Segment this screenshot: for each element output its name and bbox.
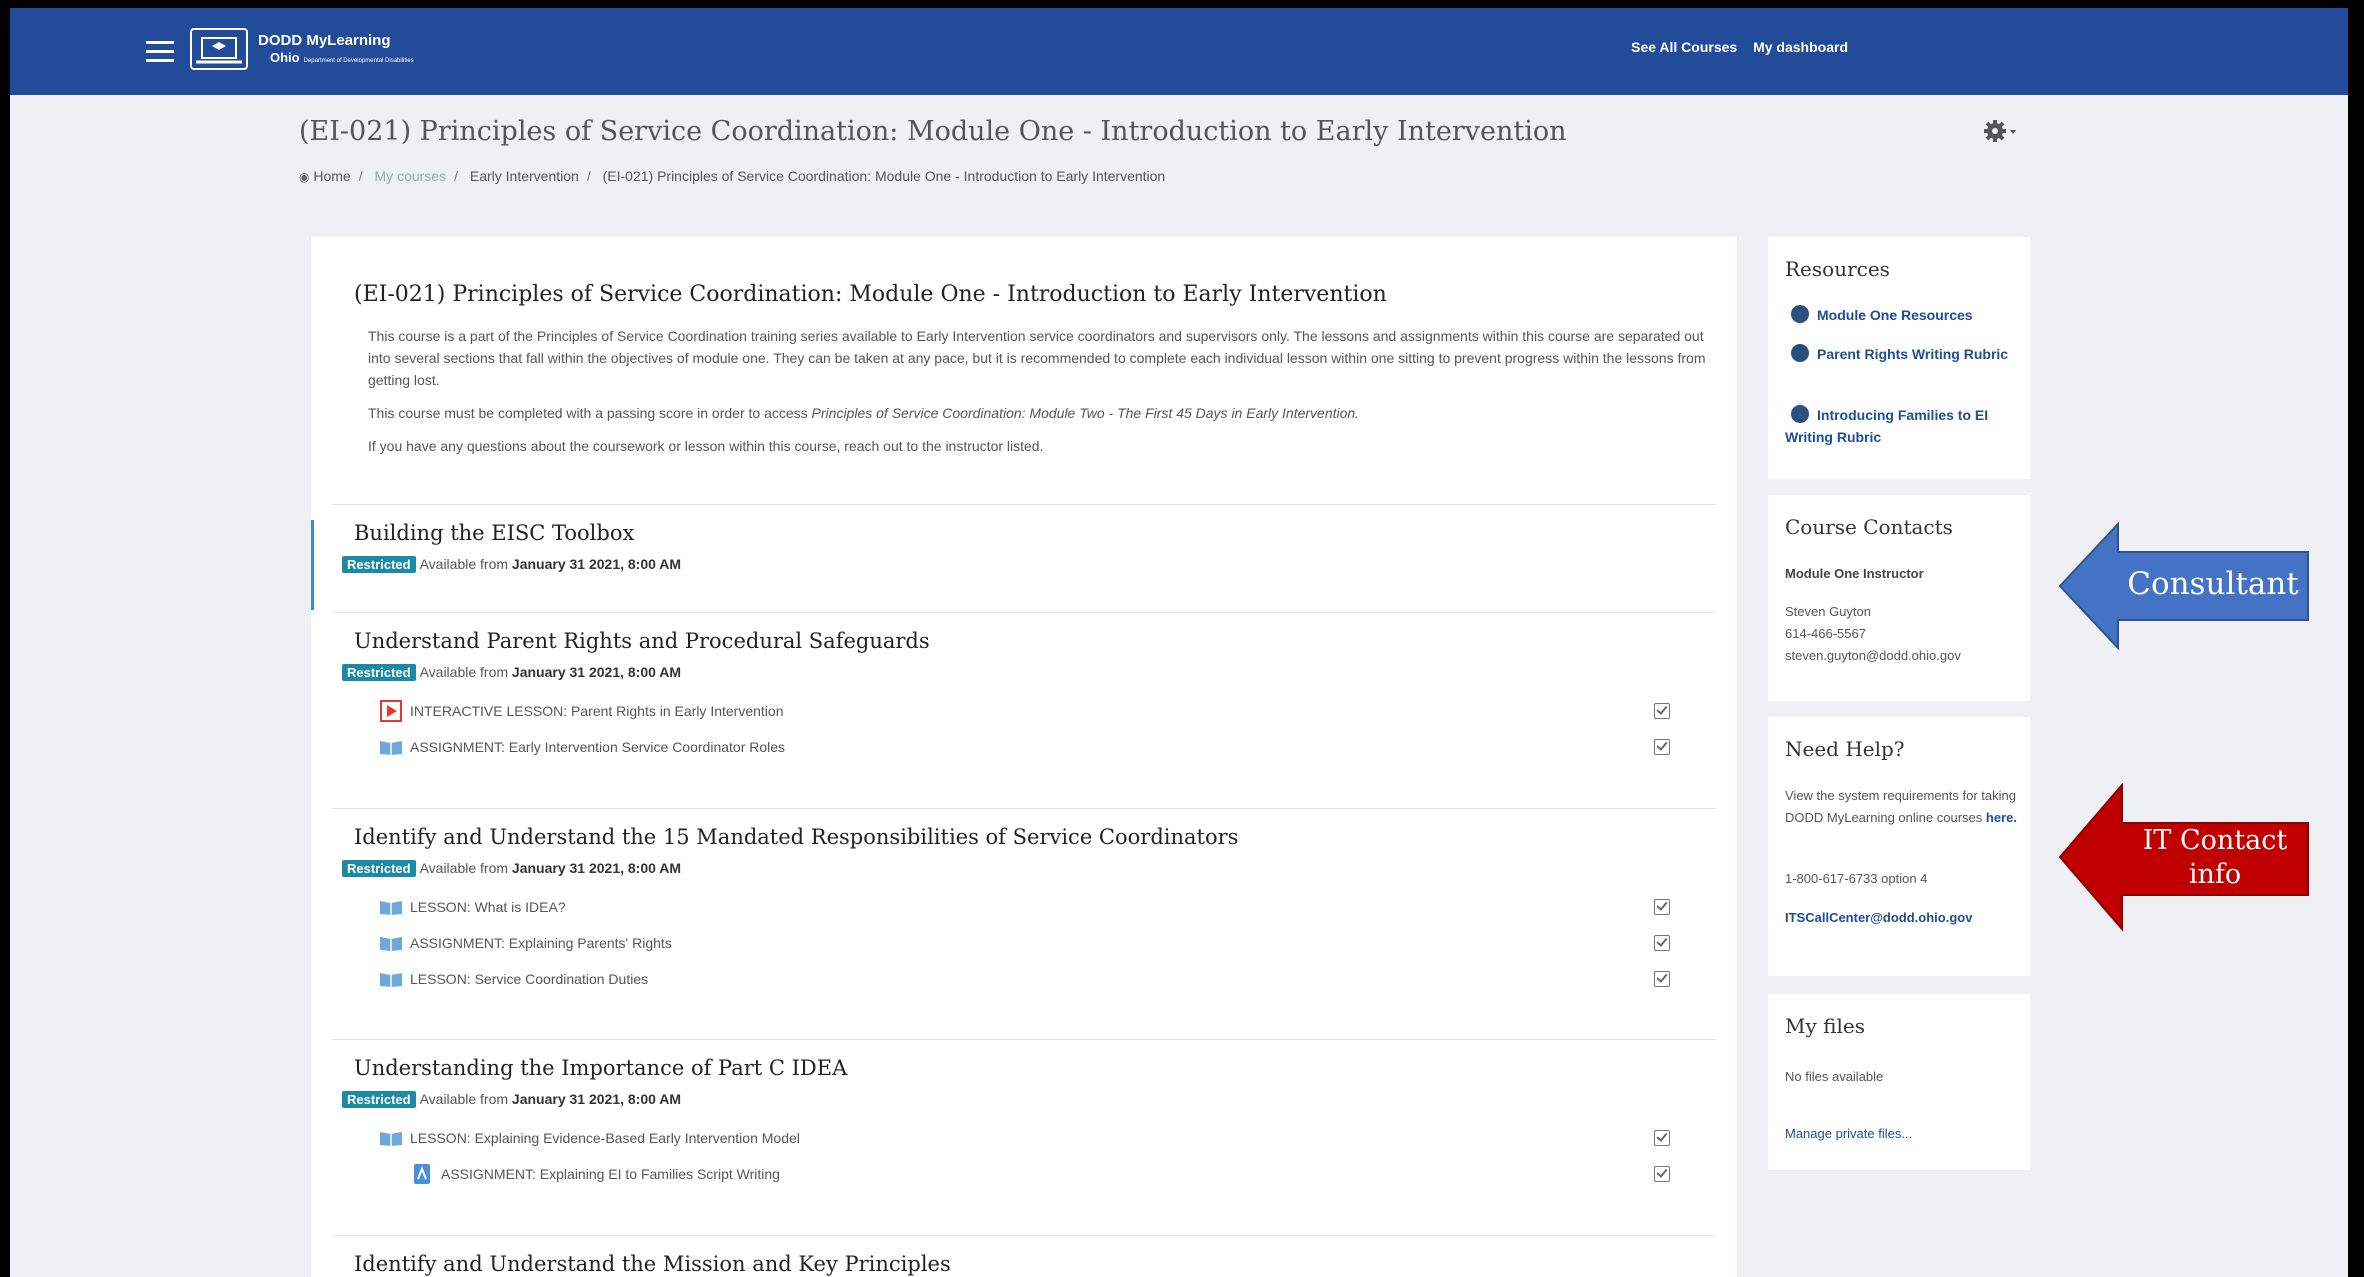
activity-item[interactable]: INTERACTIVE LESSON: Parent Rights in Ear…	[378, 699, 1718, 723]
consultant-callout: Consultant	[2058, 521, 2310, 651]
section-title[interactable]: Understanding the Importance of Part C I…	[354, 1056, 847, 1080]
resource-icon	[1791, 405, 1809, 424]
restricted-badge: Restricted	[342, 556, 416, 573]
activity-item[interactable]: ASSIGNMENT: Explaining EI to Families Sc…	[409, 1162, 1718, 1186]
restricted-badge: Restricted	[342, 664, 416, 681]
section-divider	[332, 808, 1716, 809]
resources-block: Resources Module One Resources Parent Ri…	[1768, 237, 2030, 479]
activity-item[interactable]: LESSON: Explaining Evidence-Based Early …	[378, 1126, 1718, 1150]
course-contacts-title: Course Contacts	[1785, 515, 1953, 539]
activity-link[interactable]: LESSON: Service Coordination Duties	[410, 971, 648, 987]
summary-paragraph: This course must be completed with a pas…	[368, 405, 1360, 421]
completion-checkbox[interactable]	[1654, 1130, 1670, 1146]
help-link[interactable]: here.	[1986, 810, 2017, 825]
logo-title: DODD MyLearning	[258, 31, 391, 49]
activity-link[interactable]: ASSIGNMENT: Explaining EI to Families Sc…	[441, 1166, 780, 1182]
summary-paragraph: This course is a part of the Principles …	[368, 328, 1706, 388]
menu-icon[interactable]	[146, 41, 174, 63]
help-block: Need Help? View the system requirements …	[1768, 717, 2030, 976]
book-icon	[378, 933, 404, 953]
section-divider	[332, 1235, 1716, 1236]
activity-link[interactable]: INTERACTIVE LESSON: Parent Rights in Ear…	[410, 703, 783, 719]
contact-phone: 614-466-5567	[1785, 626, 1866, 641]
activity-item[interactable]: ASSIGNMENT: Early Intervention Service C…	[378, 735, 1718, 759]
activity-item[interactable]: LESSON: Service Coordination Duties	[378, 967, 1718, 991]
section-divider	[332, 504, 1716, 505]
activity-link[interactable]: ASSIGNMENT: Explaining Parents' Rights	[410, 935, 672, 951]
resource-icon	[1791, 344, 1809, 363]
resources-title: Resources	[1785, 257, 1890, 281]
see-all-courses-link[interactable]: See All Courses	[1631, 39, 1737, 55]
activity-link[interactable]: LESSON: What is IDEA?	[410, 899, 566, 915]
contact-email[interactable]: steven.guyton@dodd.ohio.gov	[1785, 645, 1961, 667]
book-icon	[378, 969, 404, 989]
section-title[interactable]: Understand Parent Rights and Procedural …	[354, 629, 930, 653]
breadcrumb-my-courses[interactable]: My courses	[375, 168, 447, 184]
resource-link[interactable]: Parent Rights Writing Rubric	[1785, 343, 2020, 365]
help-title: Need Help?	[1785, 737, 1905, 761]
gear-icon[interactable]	[1984, 118, 2020, 144]
breadcrumb: ◉ Home / My courses / Early Intervention / …	[299, 168, 1166, 184]
completion-checkbox[interactable]	[1654, 935, 1670, 951]
section-title[interactable]: Identify and Understand the 15 Mandated …	[354, 825, 1238, 849]
consultant-label: Consultant	[2127, 566, 2299, 602]
breadcrumb-category[interactable]: Early Intervention	[470, 168, 579, 184]
top-navbar: DODD MyLearning Ohio Department of Develo…	[10, 8, 2348, 95]
browser-viewport: DODD MyLearning Ohio Department of Develo…	[10, 8, 2348, 1277]
activity-link[interactable]: LESSON: Explaining Evidence-Based Early …	[410, 1130, 800, 1146]
completion-checkbox[interactable]	[1654, 1166, 1670, 1182]
restriction-info: Restricted Available from January 31 2021…	[342, 556, 681, 573]
page-title: (EI-021) Principles of Service Coordinat…	[299, 116, 1567, 147]
logo-state: Ohio	[270, 49, 300, 65]
book-icon	[378, 1128, 404, 1148]
contact-role: Module One Instructor	[1785, 566, 1924, 581]
help-email-link[interactable]: ITSCallCenter@dodd.ohio.gov	[1785, 907, 1972, 929]
my-dashboard-link[interactable]: My dashboard	[1753, 39, 1848, 55]
help-text: View the system requirements for taking …	[1785, 788, 2017, 825]
book-icon	[378, 897, 404, 917]
activity-item[interactable]: LESSON: What is IDEA?	[378, 895, 1718, 919]
breadcrumb-current[interactable]: (EI-021) Principles of Service Coordinat…	[603, 168, 1166, 184]
logo-dept: Department of Developmental Disabilities	[303, 57, 414, 64]
help-phone: 1-800-617-6733 option 4	[1785, 871, 1928, 886]
activity-item[interactable]: ASSIGNMENT: Explaining Parents' Rights	[378, 931, 1718, 955]
restricted-badge: Restricted	[342, 860, 416, 877]
course-content: (EI-021) Principles of Service Coordinat…	[311, 237, 1737, 1277]
section-divider	[332, 1039, 1716, 1040]
my-files-title: My files	[1785, 1014, 1865, 1038]
book-icon	[378, 737, 404, 757]
section-divider	[332, 612, 1716, 613]
course-contacts-block: Course Contacts Module One Instructor St…	[1768, 495, 2030, 701]
section-title[interactable]: Building the EISC Toolbox	[354, 521, 634, 545]
restriction-info: Restricted Available from January 31 2021…	[342, 664, 681, 681]
restriction-info: Restricted Available from January 31 2021…	[342, 860, 681, 877]
no-files-text: No files available	[1785, 1069, 1884, 1084]
breadcrumb-home[interactable]: Home	[313, 168, 350, 184]
it-contact-callout: IT Contact info	[2058, 782, 2310, 932]
contact-name: Steven Guyton	[1785, 604, 1871, 619]
restriction-info: Restricted Available from January 31 2021…	[342, 1091, 681, 1108]
laptop-icon	[190, 28, 248, 70]
play-icon	[378, 700, 404, 722]
site-logo[interactable]: DODD MyLearning Ohio Department of Develo…	[190, 26, 414, 72]
current-section-marker	[311, 520, 314, 610]
section-title[interactable]: Identify and Understand the Mission and …	[354, 1252, 951, 1276]
activity-link[interactable]: ASSIGNMENT: Early Intervention Service C…	[410, 739, 785, 755]
course-title: (EI-021) Principles of Service Coordinat…	[354, 282, 1387, 307]
summary-paragraph: If you have any questions about the cour…	[368, 438, 1044, 454]
completion-checkbox[interactable]	[1654, 703, 1670, 719]
my-files-block: My files No files available Manage priva…	[1768, 994, 2030, 1170]
dashboard-icon: ◉	[299, 170, 310, 184]
completion-checkbox[interactable]	[1654, 739, 1670, 755]
completion-checkbox[interactable]	[1654, 971, 1670, 987]
manage-files-link[interactable]: Manage private files...	[1785, 1123, 1912, 1145]
assignment-icon	[409, 1164, 435, 1184]
resource-link[interactable]: Introducing Families to EI Writing Rubri…	[1785, 404, 2020, 448]
resource-icon	[1791, 305, 1809, 324]
it-contact-label: IT Contact info	[2142, 825, 2288, 890]
course-summary: This course is a part of the Principles …	[368, 325, 1718, 474]
resource-link[interactable]: Module One Resources	[1785, 304, 2020, 326]
completion-checkbox[interactable]	[1654, 899, 1670, 915]
restricted-badge: Restricted	[342, 1091, 416, 1108]
